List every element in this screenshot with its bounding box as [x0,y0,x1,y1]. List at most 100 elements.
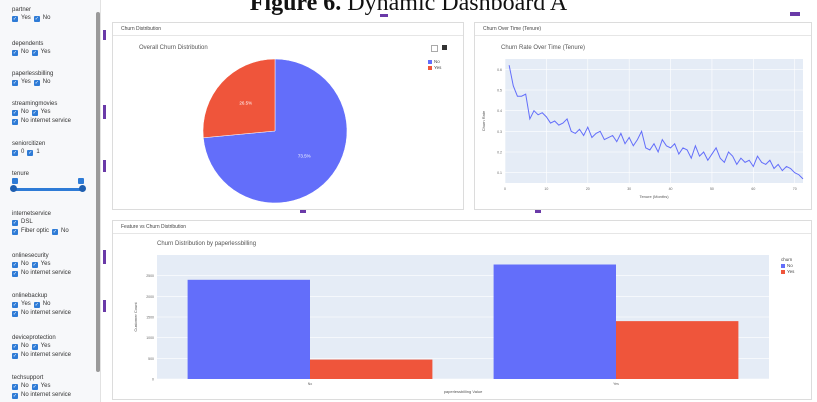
bar-yes-yes [616,321,739,379]
filter-partner: partner ✓ Yes ✓ No [12,6,50,23]
filter-label: paperlessbilling [12,71,54,77]
checkbox[interactable]: ✓ [27,149,34,156]
x-axis-label: Tenure (Months) [639,194,669,199]
checkbox[interactable]: ✓ [12,219,18,226]
y-tick-label: 0.5 [497,89,502,93]
option-label: Yes [21,15,31,21]
slider-low-handle[interactable] [10,185,17,192]
x-tick-label: 40 [669,187,673,191]
checkbox[interactable]: ✓ [12,383,18,390]
filter-tenure: tenure [12,170,29,178]
y-tick-label: 0.2 [497,151,502,155]
checkbox[interactable]: ✓ [33,79,40,86]
checkbox[interactable]: ✓ [31,49,38,56]
checkbox[interactable]: ✓ [12,352,18,359]
checkbox[interactable]: ✓ [12,270,18,277]
decor-mark [103,300,106,312]
option-label: No internet service [21,310,72,316]
y-tick-label: 0.6 [497,68,502,72]
decor-mark [103,160,106,172]
toolbar-camera-icon[interactable] [431,45,438,52]
filter-sidebar: partner ✓ Yes ✓ No dependents ✓ No ✓ Yes paper… [0,0,101,402]
filter-streamingmovies: streamingmovies ✓ No ✓ Yes ✓ No internet ser… [12,100,71,126]
checkbox[interactable]: ✓ [12,392,18,399]
checkbox[interactable]: ✓ [12,49,18,56]
option-label: No [21,49,29,55]
y-tick-label: 2000 [146,295,154,299]
option-label: Yes [40,261,51,267]
y-axis-label: Churn Rate [481,110,486,131]
tenure-range-slider[interactable] [10,178,86,192]
checkbox[interactable]: ✓ [31,261,38,268]
x-tick-label: 50 [710,187,714,191]
option-label: No [42,15,51,21]
checkbox[interactable]: ✓ [33,301,40,308]
filter-label: partner [12,7,32,13]
bar-no-no [187,279,310,379]
pie-slice-yes [202,58,276,139]
x-tick-label: 20 [586,187,590,191]
bar-no-yes [310,359,433,379]
checkbox[interactable]: ✓ [12,15,18,22]
checkbox[interactable]: ✓ [12,149,18,156]
option-label: No internet service [21,352,72,358]
checkbox[interactable]: ✓ [31,109,38,116]
option-label: Yes [40,383,51,389]
checkbox[interactable]: ✓ [12,343,18,350]
x-tick-label: 30 [627,187,631,191]
x-tick-label: Yes [613,382,619,386]
option-label: 1 [36,149,40,155]
checkbox[interactable]: ✓ [12,109,18,116]
option-label: Yes [21,79,31,85]
option-label: No [21,109,29,115]
option-label: No internet service [21,118,72,124]
option-label: No internet service [21,270,72,276]
churn-over-time-panel: Churn Over Time (Tenure) Churn Rate Over… [474,22,812,210]
option-label: No [21,383,29,389]
option-label: Fiber optic [21,228,50,234]
filter-label: internetservice [12,211,52,217]
y-tick-label: 0.1 [497,171,502,175]
option-label: DSL [21,219,33,225]
checkbox[interactable]: ✓ [12,261,18,268]
decor-mark [790,12,800,16]
y-tick-label: 1500 [146,316,154,320]
pie-legend: No Yes [428,59,441,71]
checkbox[interactable]: ✓ [31,343,38,350]
x-tick-label: 0 [504,187,506,191]
y-tick-label: 1000 [146,336,154,340]
pie-chart: 73.5% 26.5% [202,58,348,204]
filter-label: deviceprotection [12,335,56,341]
checkbox[interactable]: ✓ [31,383,38,390]
option-label: Yes [40,109,51,115]
churn-distribution-panel: Churn Distribution Overall Churn Distrib… [112,22,464,210]
checkbox[interactable]: ✓ [12,228,18,235]
filter-label: seniorcitizen [12,141,46,147]
x-tick-label: 10 [544,187,548,191]
filter-label: techsupport [12,375,44,381]
checkbox[interactable]: ✓ [12,301,18,308]
filter-techsupport: techsupport ✓ No ✓ Yes ✓ No internet service [12,374,71,400]
filter-paperlessbilling: paperlessbilling ✓ Yes ✓ No [12,70,53,87]
filter-deviceprotection: deviceprotection ✓ No ✓ Yes ✓ No internet se… [12,334,71,360]
checkbox[interactable]: ✓ [12,310,18,317]
plot-toolbar [431,45,447,52]
checkbox[interactable]: ✓ [33,15,40,22]
y-tick-label: 0.4 [497,109,502,113]
checkbox[interactable]: ✓ [12,118,18,125]
filter-label: dependents [12,41,44,47]
bar-yes-no [493,264,616,379]
option-label: No internet service [21,392,72,398]
slider-high-handle[interactable] [79,185,86,192]
option-label: No [21,343,29,349]
filter-dependents: dependents ✓ No ✓ Yes [12,40,50,57]
decor-mark [300,210,306,213]
checkbox[interactable]: ✓ [12,79,18,86]
toolbar-square-icon[interactable] [442,45,447,50]
sidebar-scrollbar[interactable] [96,12,100,372]
filter-onlinebackup: onlinebackup ✓ Yes ✓ No ✓ No internet servic… [12,292,71,318]
checkbox[interactable]: ✓ [52,228,59,235]
filter-onlinesecurity: onlinesecurity ✓ No ✓ Yes ✓ No internet serv… [12,252,71,278]
bar-chart: 0 500 1000 1500 2000 2500 No Yes paperlessbillin… [133,255,769,394]
legend-swatch [428,60,432,64]
